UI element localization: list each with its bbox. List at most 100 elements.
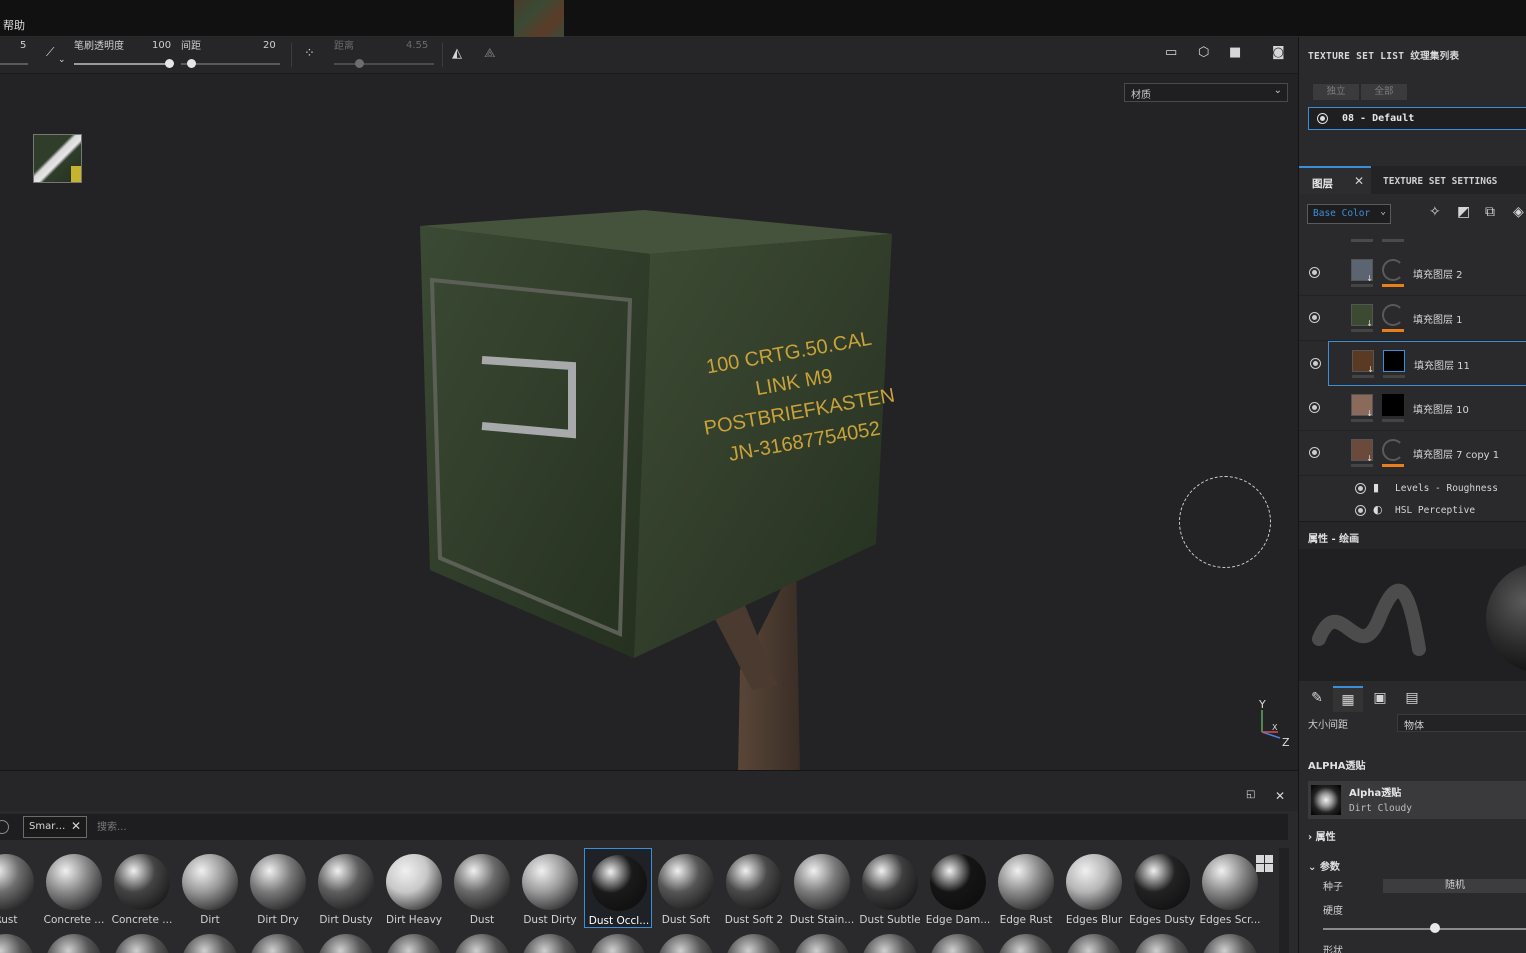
hardness-slider[interactable]	[1323, 928, 1526, 930]
stencil-tab-icon[interactable]: ▣	[1365, 686, 1395, 712]
close-icon[interactable]: ✕	[1275, 789, 1285, 803]
smart-material-item[interactable]: Dust	[448, 848, 516, 928]
layer-row[interactable]: 填充图层 7 copy 1	[1299, 431, 1526, 476]
3d-viewport[interactable]: 100 CRTG.50.CAL LINK M9 POSTBRIEFKASTEN …	[0, 74, 1298, 770]
material-select[interactable]: 材质 ⌄	[1124, 83, 1288, 102]
smart-material-item[interactable]	[862, 934, 918, 953]
shelf-search-input[interactable]	[97, 817, 997, 837]
stencil-thumbnail[interactable]	[33, 134, 82, 183]
symmetry-icon[interactable]: ◭	[452, 46, 462, 61]
smart-material-item[interactable]: Dirt Dry	[244, 848, 312, 928]
menu-help[interactable]: 帮助	[3, 17, 25, 33]
size-space-select[interactable]: 物体	[1397, 714, 1526, 732]
smart-material-item[interactable]	[46, 934, 102, 953]
random-seed-button[interactable]: 随机	[1383, 879, 1526, 893]
smart-material-item[interactable]	[998, 934, 1054, 953]
filter-chip[interactable]: Smar… ✕	[23, 816, 87, 838]
maximize-icon[interactable]: ◱	[1246, 789, 1255, 800]
spacing-slider[interactable]	[181, 63, 280, 65]
flow-slider[interactable]	[74, 63, 169, 65]
smart-material-item[interactable]: Rust	[0, 848, 40, 928]
distance-value[interactable]: 4.55	[406, 40, 428, 51]
brush-tab-icon[interactable]: ✎	[1302, 686, 1332, 712]
visibility-icon[interactable]	[1309, 447, 1320, 458]
screenshot-icon[interactable]: ◙	[1272, 45, 1285, 60]
symmetry-settings-icon[interactable]: ⟁	[484, 46, 496, 61]
layer-thumbnail[interactable]	[1351, 259, 1373, 283]
smart-material-item[interactable]: Edges Dusty	[1128, 848, 1196, 928]
smart-material-item[interactable]	[1134, 934, 1190, 953]
layer-row[interactable]: 填充图层 10	[1299, 386, 1526, 431]
spacing-slider-knob[interactable]	[186, 59, 196, 68]
smart-material-item[interactable]: Dirt	[176, 848, 244, 928]
visibility-icon[interactable]	[1355, 483, 1366, 494]
flow-value[interactable]: 100	[152, 40, 171, 51]
add-mask-icon[interactable]: ◩	[1457, 204, 1470, 220]
channel-select[interactable]: Base Color ⌄	[1307, 204, 1391, 224]
refresh-icon[interactable]	[1382, 439, 1404, 461]
smart-material-item[interactable]: Concrete ...	[108, 848, 176, 928]
smart-material-item[interactable]	[930, 934, 986, 953]
smart-material-item[interactable]	[658, 934, 714, 953]
smart-material-item[interactable]: Edges Scr...	[1196, 848, 1264, 928]
close-icon[interactable]: ✕	[71, 819, 81, 833]
smart-material-item[interactable]: Dust Dirty	[516, 848, 584, 928]
params-section[interactable]: ⌄ 参数	[1308, 858, 1340, 873]
viewport-mode-icon[interactable]: ▭	[1165, 45, 1177, 60]
refresh-icon[interactable]	[1382, 304, 1404, 326]
layer-thumbnail[interactable]	[1351, 304, 1373, 328]
tab-texture-set-settings[interactable]: TEXTURE SET SETTINGS	[1383, 176, 1497, 187]
lazy-mouse-icon[interactable]: ⁘	[304, 46, 315, 61]
smart-material-item[interactable]: Concrete ...	[40, 848, 108, 928]
effect-row[interactable]: ◐ HSL Perceptive	[1299, 500, 1526, 522]
distance-slider-knob[interactable]	[355, 59, 364, 68]
smart-material-item[interactable]: Dust Occl...	[584, 848, 652, 928]
texture-set-row[interactable]: 08 - Default	[1308, 107, 1526, 130]
smart-material-item[interactable]: Dust Soft 2	[720, 848, 788, 928]
chevron-down-icon[interactable]: ⌄	[58, 55, 66, 65]
layer-row[interactable]: 填充图层 2	[1299, 251, 1526, 296]
brush-size-slider[interactable]	[0, 63, 28, 65]
layer-thumbnail[interactable]	[1352, 350, 1374, 374]
hardness-slider-knob[interactable]	[1430, 923, 1441, 933]
layer-mask[interactable]	[1382, 394, 1404, 416]
add-effect-icon[interactable]: ✧	[1429, 204, 1441, 220]
smart-material-item[interactable]: Dirt Heavy	[380, 848, 448, 928]
alpha-tab-icon[interactable]: ▦	[1333, 686, 1363, 712]
alpha-slot[interactable]: Alpha透贴 Dirt Cloudy	[1308, 781, 1526, 819]
smart-material-item[interactable]	[726, 934, 782, 953]
smart-material-item[interactable]	[250, 934, 306, 953]
flow-slider-knob[interactable]	[165, 59, 174, 68]
visibility-icon[interactable]	[1309, 402, 1320, 413]
smart-material-item[interactable]	[1066, 934, 1122, 953]
smart-material-item[interactable]	[522, 934, 578, 953]
close-icon[interactable]: ✕	[1354, 174, 1364, 188]
tab-layers[interactable]: 图层 ✕	[1299, 166, 1371, 194]
attributes-section[interactable]: › 属性	[1308, 828, 1336, 843]
refresh-icon[interactable]	[1382, 259, 1404, 281]
smart-material-item[interactable]: Edge Rust	[992, 848, 1060, 928]
display-settings-icon[interactable]: ⬡	[1198, 45, 1209, 60]
visibility-icon[interactable]	[1309, 312, 1320, 323]
add-layer-icon[interactable]: ⧉	[1485, 204, 1495, 220]
visibility-icon[interactable]	[1309, 267, 1320, 278]
layer-mask[interactable]	[1383, 350, 1405, 372]
smart-material-item[interactable]	[0, 934, 34, 953]
layer-row[interactable]: 填充图层 11	[1310, 341, 1526, 386]
add-fill-layer-icon[interactable]: ◈	[1513, 204, 1524, 220]
visibility-icon[interactable]	[1317, 113, 1328, 124]
smart-material-item[interactable]	[182, 934, 238, 953]
layer-row[interactable]: 填充图层 1	[1299, 296, 1526, 341]
smart-material-item[interactable]: Dust Stain...	[788, 848, 856, 928]
smart-material-item[interactable]: Dust Soft	[652, 848, 720, 928]
pen-pressure-icon[interactable]: ⟋	[46, 45, 54, 60]
isolate-button[interactable]: 独立	[1313, 84, 1359, 100]
smart-material-item[interactable]	[590, 934, 646, 953]
smart-material-item[interactable]: Edges Blur	[1060, 848, 1128, 928]
layer-thumbnail[interactable]	[1351, 439, 1373, 463]
layer-thumbnail[interactable]	[1351, 394, 1373, 418]
spacing-value[interactable]: 20	[263, 40, 276, 51]
smart-material-item[interactable]	[454, 934, 510, 953]
smart-material-item[interactable]	[114, 934, 170, 953]
smart-material-item[interactable]: Edge Dam...	[924, 848, 992, 928]
